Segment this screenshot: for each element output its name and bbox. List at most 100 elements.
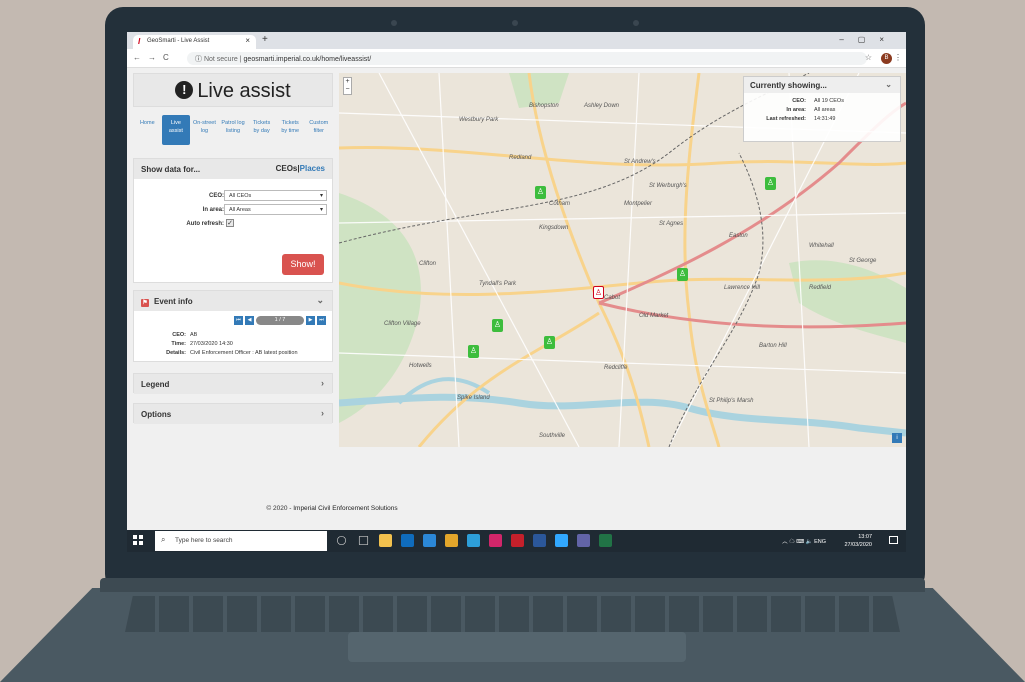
browser-tab[interactable]: I GeoSmarti - Live Assist × [133,35,256,49]
nav-on-street-log[interactable]: On-street log [190,115,219,145]
auto-refresh-checkbox[interactable]: ✓ [226,219,234,227]
show-button[interactable]: Show! [282,254,324,275]
nav-patrol-log[interactable]: Patrol log listing [219,115,248,145]
profile-avatar[interactable]: B [881,53,892,64]
excel-icon[interactable] [599,534,612,547]
toggle-places[interactable]: Places [300,164,325,173]
file-explorer-icon[interactable] [379,534,392,547]
map-label: Southville [539,433,566,439]
sidebar: ! Live assist Home Live assist On-street lo… [133,73,333,473]
event-pager: ⏮ ◀ 1 / 7 ▶ ⏭ [234,316,326,325]
laptop-base [0,578,1025,682]
taskbar-apps [335,534,612,547]
event-info-panel: ⚑ Event info ⌄ ⏮ ◀ 1 / 7 ▶ ⏭ CEO: AB Time… [133,290,333,362]
map-label: Redcliffe [604,365,628,371]
map-label: Barton Hill [759,343,787,349]
show-data-panel: Show data for... CEOs|Places CEO: All CE… [133,158,333,283]
zoom-controls[interactable]: + − [343,77,352,95]
tab-title: GeoSmarti - Live Assist [147,38,210,44]
word-icon[interactable] [533,534,546,547]
notification-icon[interactable] [889,536,898,544]
browser-menu-icon[interactable]: ⋮ [894,53,902,62]
nav-tickets-by-time[interactable]: Tickets by time [276,115,305,145]
tray-icons[interactable]: ︿ ☁ ⌨ 🔈 ENG [782,537,826,545]
map-label: Kingsdown [539,225,569,231]
map-label: Whitehall [809,243,834,249]
legend-panel[interactable]: Legend › [133,373,333,394]
screen: I GeoSmarti - Live Assist × + –▢× ←→C ⓘ … [127,32,906,552]
ceo-marker[interactable]: ♙ [544,336,555,349]
map-label: Westbury Park [459,117,499,123]
map-label: Ashley Down [584,103,620,109]
showing-area-row: In area: All areas [786,107,836,113]
next-event-button[interactable]: ▶ [306,316,315,325]
prev-event-button[interactable]: ◀ [245,316,254,325]
event-info-header[interactable]: ⚑ Event info ⌄ [134,291,332,311]
photoshop-icon[interactable] [555,534,568,547]
map-label: Easton [729,233,748,239]
map-label: Clifton Village [384,321,421,327]
trackpad [348,632,686,662]
zoom-in-button[interactable]: + [345,78,349,85]
map-label: Clifton [419,261,437,267]
chevron-right-icon: › [321,408,324,418]
teams-icon[interactable] [577,534,590,547]
nav-buttons[interactable]: ←→C [133,53,176,62]
cortana-icon[interactable] [336,535,347,546]
favicon-icon: I [138,37,141,46]
ceo-marker[interactable]: ♙ [677,268,688,281]
refresh-row: Auto refresh: ✓ [186,219,234,227]
close-tab-icon[interactable]: × [245,36,250,45]
nav-tickets-by-day[interactable]: Tickets by day [247,115,276,145]
browser-tab-bar: I GeoSmarti - Live Assist × + –▢× [127,32,906,49]
first-event-button[interactable]: ⏮ [234,316,243,325]
map-label: Cotham [549,201,571,207]
window-controls[interactable]: –▢× [839,35,898,44]
clock-time[interactable]: 13:07 [858,534,872,540]
nav-custom-filter[interactable]: Custom filter [304,115,333,145]
chevron-down-icon[interactable]: ⌄ [885,80,892,89]
last-event-button[interactable]: ⏭ [317,316,326,325]
camera-dot [391,20,397,26]
indesign-icon[interactable] [489,534,502,547]
task-view-icon[interactable] [358,535,369,546]
nav-live-assist[interactable]: Live assist [161,115,191,145]
currently-showing-header[interactable]: Currently showing... ⌄ [744,77,900,93]
ceo-marker[interactable]: ♙ [468,345,479,358]
nav-tabs: Home Live assist On-street log Patrol log l… [133,115,333,145]
map-label: Spike Island [457,395,490,401]
area-row: In area: All Areas [134,203,332,217]
showing-refresh-row: Last refreshed: 14:31:49 [766,116,836,122]
app-icon[interactable] [467,534,480,547]
options-panel[interactable]: Options › [133,403,333,424]
ceo-marker[interactable]: ♙ [492,319,503,332]
page: ! Live assist Home Live assist On-street lo… [127,68,906,530]
edge-icon[interactable] [423,534,436,547]
url-input[interactable]: ⓘ Not secure | geosmarti.imperial.co.uk/… [187,52,867,65]
outlook-icon[interactable] [401,534,414,547]
info-icon: ⓘ [195,56,204,63]
currently-showing-panel: Currently showing... ⌄ CEO: All 19 CEOs I… [743,76,901,142]
area-select[interactable]: All Areas [224,204,327,215]
map-info-icon[interactable]: i [892,433,902,443]
ceo-select[interactable]: All CEOs [224,190,327,201]
address-bar: ←→C ⓘ Not secure | geosmarti.imperial.co… [127,49,906,68]
bookmark-star-icon[interactable]: ☆ [865,53,872,62]
ceo-marker-selected[interactable]: ♙ [593,286,604,299]
chrome-icon[interactable] [445,534,458,547]
windows-start-icon[interactable] [133,535,143,545]
clock-date[interactable]: 27/03/2020 [844,542,872,548]
nav-home[interactable]: Home [133,115,162,145]
map-label: Hotwells [409,363,432,369]
map[interactable]: + − Bishopston Ashley Down Westbury Park… [339,73,906,447]
new-tab-icon[interactable]: + [262,34,268,45]
chevron-down-icon[interactable]: ⌄ [316,295,324,306]
page-footer: © 2020 - Imperial Civil Enforcement Solu… [266,505,398,512]
taskbar-search-input[interactable]: ⌕ Type here to search [155,531,327,551]
ceo-marker[interactable]: ♙ [765,177,776,190]
map-label: St George [849,258,877,264]
ceo-marker[interactable]: ♙ [535,186,546,199]
toggle-ceos[interactable]: CEOs [276,164,298,173]
acrobat-icon[interactable] [511,534,524,547]
zoom-out-button[interactable]: − [345,86,349,93]
